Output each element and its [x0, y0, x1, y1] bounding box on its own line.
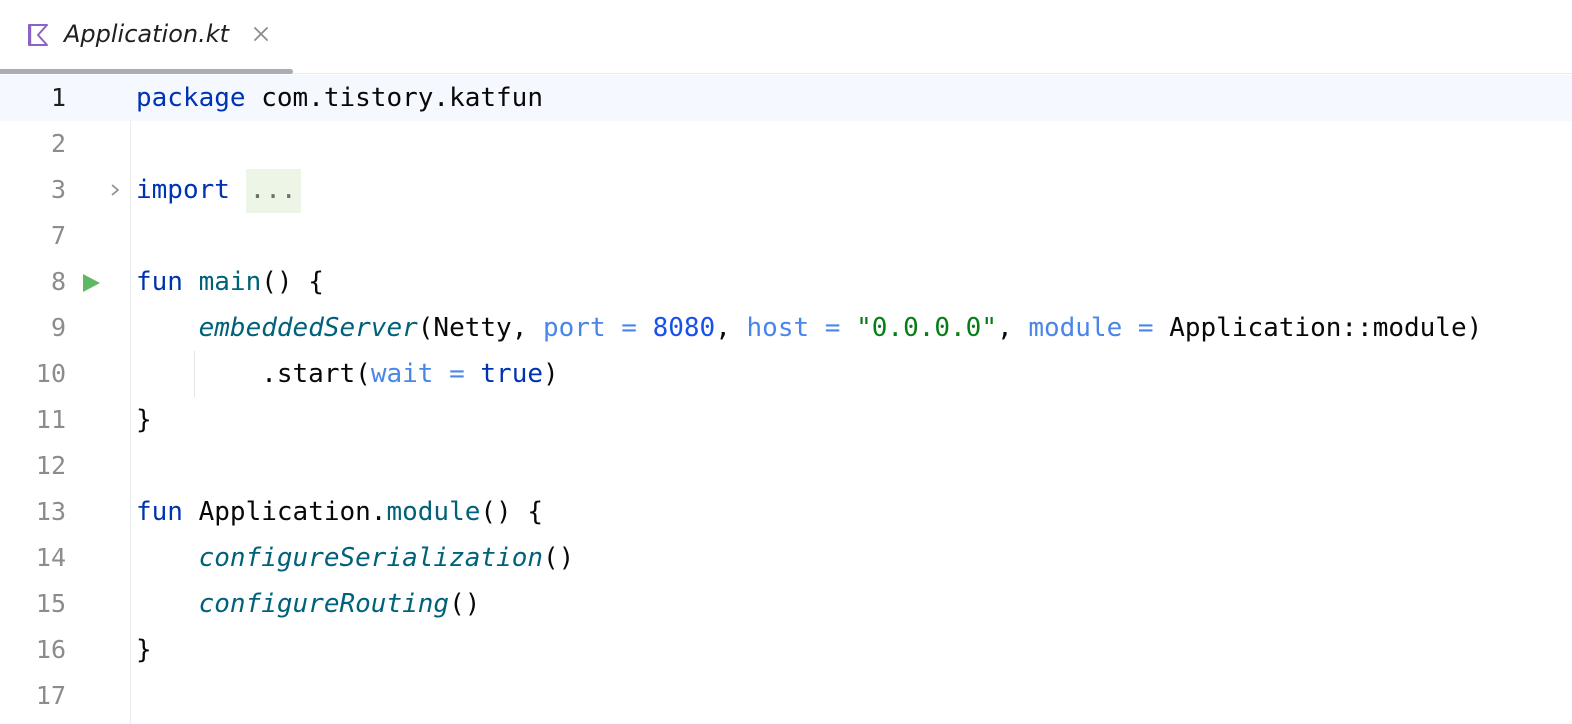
line-number: 1	[50, 83, 66, 112]
line-number: 11	[35, 405, 66, 434]
line-number: 14	[35, 543, 66, 572]
code-token: host =	[746, 313, 841, 343]
code-line[interactable]: 15 configureRouting()	[0, 581, 1572, 627]
code-line[interactable]: 2	[0, 121, 1572, 167]
code-line[interactable]: 13 fun Application.module() {	[0, 489, 1572, 535]
code-token: )	[543, 359, 559, 389]
folded-imports-placeholder[interactable]: ...	[245, 169, 301, 213]
code-token: import	[136, 175, 230, 205]
code-token: ,	[997, 313, 1029, 343]
code-line[interactable]: 17	[0, 673, 1572, 719]
code-token: ,	[715, 313, 747, 343]
code-token: package	[136, 83, 246, 113]
code-token: configureSerialization	[198, 543, 543, 573]
code-line[interactable]: 16}	[0, 627, 1572, 673]
code-text: package com.tistory.katfun	[136, 75, 543, 121]
code-text: fun main() {	[136, 259, 324, 305]
code-token: .start(	[136, 359, 371, 389]
code-line[interactable]: 1 package com.tistory.katfun	[0, 75, 1572, 121]
code-line[interactable]: 8 fun main() {	[0, 259, 1572, 305]
code-line[interactable]: 10 .start(wait = true)	[0, 351, 1572, 397]
code-token: 8080	[652, 313, 716, 343]
code-token: wait =	[370, 359, 465, 389]
code-token: fun	[136, 497, 183, 527]
code-token: module	[386, 497, 481, 527]
code-text: embeddedServer(Netty, port = 8080, host …	[136, 305, 1483, 351]
code-text: }	[136, 397, 152, 443]
code-token: ()	[543, 543, 575, 573]
code-token: ()	[449, 589, 481, 619]
code-text: .start(wait = true)	[136, 351, 559, 397]
chevron-right-icon[interactable]	[106, 181, 124, 199]
code-token: }	[136, 635, 152, 665]
close-icon[interactable]	[250, 23, 272, 45]
code-line[interactable]: 11}	[0, 397, 1572, 443]
line-number: 13	[35, 497, 66, 526]
code-line[interactable]: 9 embeddedServer(Netty, port = 8080, hos…	[0, 305, 1572, 351]
code-token: Application::module)	[1153, 313, 1483, 343]
line-number: 17	[35, 681, 66, 710]
code-line[interactable]: 14 configureSerialization()	[0, 535, 1572, 581]
line-number: 10	[35, 359, 66, 388]
code-text: configureRouting()	[136, 581, 481, 627]
code-token: embeddedServer	[198, 313, 418, 343]
line-number: 8	[50, 267, 66, 296]
code-text: configureSerialization()	[136, 535, 575, 581]
code-token: com.tistory.katfun	[245, 83, 543, 113]
code-text: import ...	[136, 167, 301, 213]
code-token: configureRouting	[198, 589, 450, 619]
code-text: }	[136, 627, 152, 673]
code-token: true	[480, 359, 544, 389]
line-number: 7	[50, 221, 66, 250]
editor-tab-bar: Application.kt	[0, 0, 1572, 74]
line-number: 15	[35, 589, 66, 618]
code-token: }	[136, 405, 152, 435]
code-token: () {	[480, 497, 544, 527]
code-text: fun Application.module() {	[136, 489, 543, 535]
tab-application-kt[interactable]: Application.kt	[0, 0, 293, 74]
active-tab-indicator	[0, 69, 293, 74]
line-number: 2	[50, 129, 66, 158]
code-token: main	[198, 267, 262, 297]
code-line[interactable]: 3 import ...	[0, 167, 1572, 213]
line-number: 3	[50, 175, 66, 204]
run-icon[interactable]	[80, 272, 102, 294]
code-token: (Netty,	[417, 313, 544, 343]
line-number: 16	[35, 635, 66, 664]
code-line[interactable]: 7	[0, 213, 1572, 259]
line-number: 9	[50, 313, 66, 342]
line-number: 12	[35, 451, 66, 480]
code-editor[interactable]: 1 package com.tistory.katfun 2 3 import ... 7…	[0, 75, 1572, 724]
code-token: "0.0.0.0"	[856, 313, 997, 343]
kotlin-file-icon	[28, 24, 48, 46]
tab-label: Application.kt	[64, 20, 230, 48]
code-token: fun	[136, 267, 183, 297]
code-token: () {	[261, 267, 324, 297]
code-token: port =	[543, 313, 637, 343]
code-token: module =	[1028, 313, 1154, 343]
code-token: Application.	[182, 497, 387, 527]
code-line[interactable]: 12	[0, 443, 1572, 489]
